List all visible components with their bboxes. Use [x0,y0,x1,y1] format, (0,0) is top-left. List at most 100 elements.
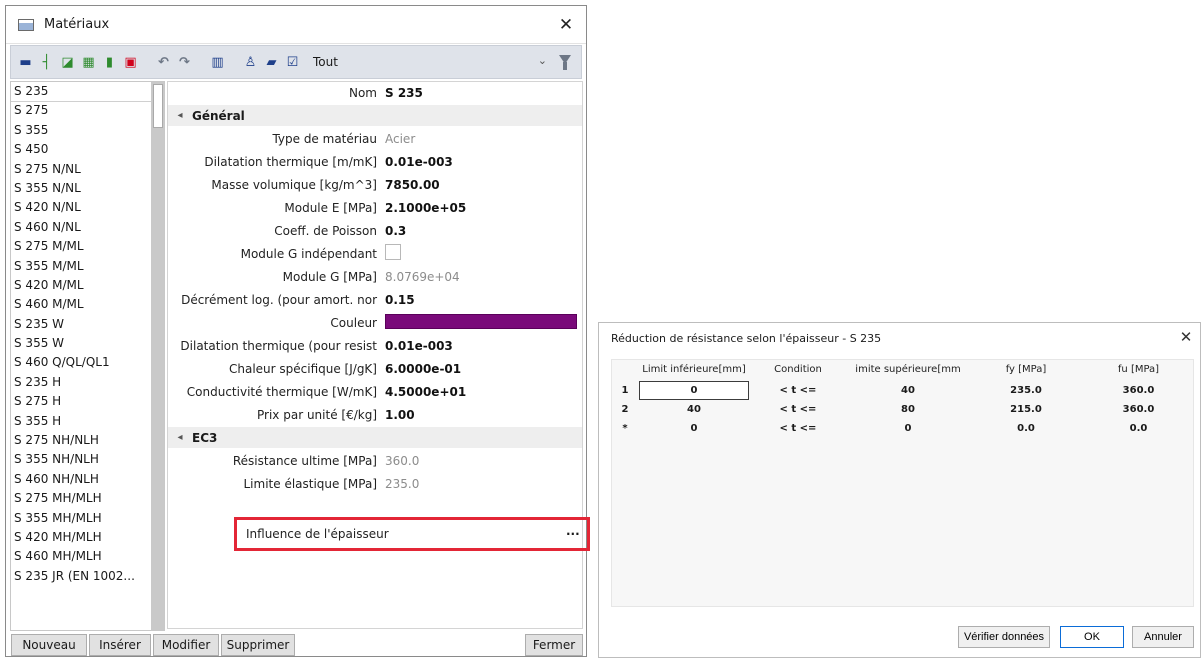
materials-list[interactable]: S 235 S 275 S 355 S 450 S 275 N/NL S 355 N/NL… [10,81,165,631]
list-item[interactable]: S 275 NH/NLH [11,431,164,450]
list-item[interactable]: S 460 Q/QL/QL1 [11,353,164,372]
table-cell[interactable]: 80 [846,404,970,415]
table-cell[interactable]: 235.0 [970,385,1082,396]
prop-value[interactable]: 7850.00 [383,178,582,192]
cancel-button[interactable]: Annuler [1132,626,1194,648]
list-item[interactable]: S 235 JR (EN 1002... [11,567,164,586]
list-item[interactable]: S 460 N/NL [11,218,164,237]
redo-icon[interactable]: ↷ [176,54,193,71]
table-cell[interactable]: 360.0 [1082,404,1195,415]
list-item[interactable]: S 275 H [11,392,164,411]
table-cell[interactable]: 0.0 [970,423,1082,434]
list-item[interactable]: S 355 H [11,412,164,431]
prop-value[interactable]: 6.0000e-01 [383,362,582,376]
ok-button[interactable]: OK [1060,626,1124,648]
modulus-g-checkbox[interactable] [385,244,401,260]
prop-modulus-g[interactable]: Module G [MPa] 8.0769e+04 [168,266,582,287]
thickness-table[interactable]: Limit inférieure[mm] Condition imite sup… [611,359,1194,607]
table-cell[interactable]: < t <= [750,423,846,434]
list-item[interactable]: S 420 MH/MLH [11,528,164,547]
prop-value[interactable]: 0.01e-003 [383,339,582,353]
close-icon[interactable]: ✕ [1176,327,1196,347]
prop-value[interactable]: 0.15 [383,293,582,307]
users-icon[interactable]: ♙ [242,54,259,71]
prop-poisson[interactable]: Coeff. de Poisson 0.3 [168,220,582,241]
prop-modulus-e[interactable]: Module E [MPa] 2.1000e+05 [168,197,582,218]
save-icon[interactable]: ▰ [263,54,280,71]
list-item[interactable]: S 460 NH/NLH [11,470,164,489]
delete-button[interactable]: Supprimer [221,634,295,656]
delete-icon[interactable]: ▣ [122,54,139,71]
section-ec3[interactable]: ◂ EC3 [168,427,582,448]
table-row[interactable]: * 0 < t <= 0 0.0 0.0 [612,419,1195,438]
prop-thermal-dilatation[interactable]: Dilatation thermique [m/mK] 0.01e-003 [168,151,582,172]
color-swatch[interactable] [385,313,577,329]
thickness-influence-ellipsis-button[interactable]: ... [566,524,580,538]
prop-material-type[interactable]: Type de matériau Acier [168,128,582,149]
close-icon[interactable]: ✕ [554,13,578,37]
list-item[interactable]: S 355 MH/MLH [11,509,164,528]
prop-value[interactable]: S 235 [383,86,582,100]
list-item[interactable]: S 355 [11,121,164,140]
list-item[interactable]: S 235 H [11,373,164,392]
prop-value[interactable]: 0.3 [383,224,582,238]
list-item[interactable]: S 275 M/ML [11,237,164,256]
list-item[interactable]: S 460 MH/MLH [11,547,164,566]
section-general[interactable]: ◂ Général [168,105,582,126]
table-cell[interactable]: 360.0 [1082,385,1195,396]
prop-specific-heat[interactable]: Chaleur spécifique [J/gK] 6.0000e-01 [168,358,582,379]
undo-icon[interactable]: ↶ [155,54,172,71]
list-item[interactable]: S 235 W [11,315,164,334]
list-item[interactable]: S 275 [11,101,164,120]
filter-icon[interactable] [559,55,571,70]
list-item[interactable]: S 235 [11,82,164,103]
edit-icon[interactable]: ◪ [59,54,76,71]
close-button[interactable]: Fermer [525,634,583,656]
prop-value[interactable]: 2.1000e+05 [383,201,582,215]
table-cell-active[interactable]: 0 [638,381,750,400]
new-material-icon[interactable]: ▬ [17,54,34,71]
prop-value[interactable]: 1.00 [383,408,582,422]
prop-modulus-g-independent[interactable]: Module G indépendant [168,243,582,264]
prop-ultimate-strength[interactable]: Résistance ultime [MPa] 360.0 [168,450,582,471]
prop-conductivity[interactable]: Conductivité thermique [W/mK] 4.5000e+01 [168,381,582,402]
table-row[interactable]: 1 0 < t <= 40 235.0 360.0 [612,381,1195,400]
chevron-down-icon[interactable]: ⌄ [538,54,547,67]
prop-thermal-dilatation-fire[interactable]: Dilatation thermique (pour resist 0.01e-… [168,335,582,356]
cell-editor[interactable]: 0 [639,381,749,400]
thickness-influence-label[interactable]: Influence de l'épaisseur [246,527,389,541]
table-cell[interactable]: < t <= [750,385,846,396]
prop-yield-strength[interactable]: Limite élastique [MPa] 235.0 [168,473,582,494]
list-item[interactable]: S 355 W [11,334,164,353]
list-item[interactable]: S 355 N/NL [11,179,164,198]
list-item[interactable]: S 460 M/ML [11,295,164,314]
prop-value[interactable]: 0.01e-003 [383,155,582,169]
table-cell[interactable]: 0 [638,423,750,434]
scrollbar-thumb[interactable] [153,84,163,128]
prop-name[interactable]: Nom S 235 [168,82,582,103]
list-item[interactable]: S 275 N/NL [11,160,164,179]
prop-color[interactable]: Couleur [168,312,582,333]
list-scrollbar[interactable] [151,82,164,630]
collapse-caret-icon[interactable]: ◂ [168,110,192,121]
prop-value[interactable]: 4.5000e+01 [383,385,582,399]
table-cell[interactable]: < t <= [750,404,846,415]
list-item[interactable]: S 450 [11,140,164,159]
insert-icon[interactable]: ┤ [38,54,55,71]
list-item[interactable]: S 420 M/ML [11,276,164,295]
table-cell[interactable]: 0 [846,423,970,434]
collapse-caret-icon[interactable]: ◂ [168,432,192,443]
table-cell[interactable]: 215.0 [970,404,1082,415]
table-cell[interactable]: 40 [638,404,750,415]
insert-button[interactable]: Insérer [89,634,151,656]
list-item[interactable]: S 275 MH/MLH [11,489,164,508]
table-row[interactable]: 2 40 < t <= 80 215.0 360.0 [612,400,1195,419]
library-icon[interactable]: ▦ [80,54,97,71]
list-item[interactable]: S 420 N/NL [11,198,164,217]
list-item[interactable]: S 355 M/ML [11,257,164,276]
new-button[interactable]: Nouveau [11,634,87,656]
modify-button[interactable]: Modifier [153,634,219,656]
table-icon[interactable]: ▥ [209,54,226,71]
verify-data-button[interactable]: Vérifier données [958,626,1050,648]
filter-dropdown[interactable]: Tout [313,55,338,69]
